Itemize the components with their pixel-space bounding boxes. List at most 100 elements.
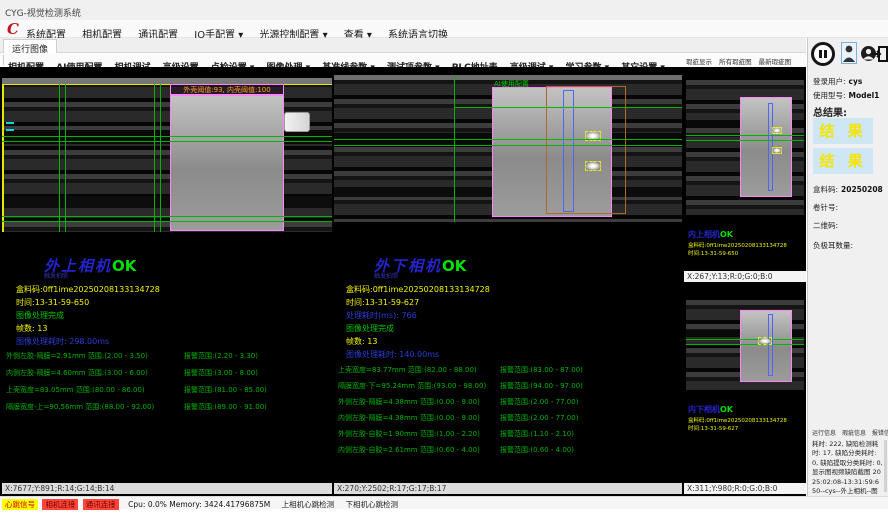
measure-text: 内侧左胶-隔膜=4.60mm 范围:(3.00 - 6.00) <box>6 368 148 378</box>
pixel-coords-left: X:7677;Y:891;R:14;G:14;B:14 <box>2 483 332 494</box>
control-buttons <box>810 41 887 67</box>
tab-all-defects[interactable]: 所有瑕疵图 <box>719 58 752 66</box>
measurement-list: 上壳宽度=83.77mm 范围:(82.00 - 88.00) 报警范围:(83… <box>338 365 678 461</box>
overlay-yellow-edge <box>2 84 4 232</box>
log-scrollbar[interactable] <box>884 440 887 492</box>
camera-result-title: 内下相机OK <box>688 405 733 414</box>
overlay-green-line <box>2 221 332 222</box>
overlay-green-line <box>454 107 682 108</box>
measure-text: 内侧左胶-隔膜=4.38mm 范围:(0.00 - 9.00) <box>338 413 480 423</box>
exit-button[interactable] <box>871 45 888 63</box>
cyan-tick <box>6 122 14 124</box>
measurement-row: 内侧左胶-隔膜=4.60mm 范围:(3.00 - 6.00) 报警范围:(3.… <box>6 368 328 385</box>
lower-camera-heartbeat[interactable]: 下相机心跳检测 <box>346 500 399 509</box>
time-text: 时间:13-31-59-650 <box>688 249 802 257</box>
comm-connect-badge: 通讯连接 <box>83 499 119 510</box>
barcode-text: 盒料码:0ff1ime20250208133134728 <box>346 284 490 295</box>
overlay-green-vline <box>59 84 60 232</box>
camera-connect-badge: 相机连接 <box>42 499 78 510</box>
result-ok-text: OK <box>720 230 733 239</box>
overlay-green-line <box>686 344 804 345</box>
measure-text: 外侧左胶-隔膜=4.38mm 范围:(0.00 - 9.00) <box>338 397 480 407</box>
barcode-text: 盒料码:0ff1ime20250208133134728 <box>688 416 802 424</box>
process-status-text: 图像处理完成 <box>346 323 394 334</box>
cell-region <box>170 95 284 231</box>
result-box-1: 结 果 <box>813 118 873 144</box>
barcode-text: 盒料码:0ff1ime20250208133134728 <box>688 241 802 249</box>
trigger-label: 触发拍照 <box>44 271 68 280</box>
overlay-green-line <box>686 135 804 136</box>
log-tab-error[interactable]: 报错信息 <box>872 430 888 437</box>
alarm-text: 报警范围:(83.00 - 87.00) <box>500 365 583 375</box>
overlay-green-vline <box>454 75 455 222</box>
pixel-coords-right: X:270;Y:2502;R:17;G:17;B:17 <box>334 483 682 494</box>
result-ok-text: OK <box>720 405 733 414</box>
heartbeat-badge: 心跳信号 <box>2 499 38 510</box>
model-value: Model1 <box>849 91 880 100</box>
overlay-green-line <box>2 136 332 137</box>
camera-result-title: 内上相机OK <box>688 230 733 239</box>
log-tab-defect[interactable]: 瑕疵信息 <box>842 430 866 437</box>
small-view-info: 内下相机OK 盒料码:0ff1ime20250208133134728 时间:1… <box>688 397 802 432</box>
pause-button[interactable] <box>811 42 835 66</box>
pixel-coords-small-1: X:267;Y:13;R:0;G:0;B:0 <box>684 271 806 282</box>
frame-count-text: 帧数: 13 <box>16 323 47 334</box>
overlay-green-line <box>2 216 332 217</box>
cell-region <box>740 97 792 197</box>
alarm-text: 报警范围:(1.10 - 2.10) <box>500 429 574 439</box>
side-panel: 登录用户:cys 使用型号:Model1 总结果: 结 果 结 果 盒料码:20… <box>807 38 888 496</box>
overlay-green-line <box>686 339 804 340</box>
cell-region <box>740 310 792 382</box>
measure-text: 上壳宽度=83.05mm 范围:(80.00 - 86.00) <box>6 385 145 395</box>
overlay-green-vline <box>160 84 161 232</box>
roi-orange-box <box>546 86 626 214</box>
camera-view-outer-top[interactable]: 外壳阈值:93, 内壳阈值:100 外上相机OK 触发拍照 盒料码:0ff1im… <box>2 67 332 483</box>
upper-camera-heartbeat[interactable]: 上相机心跳检测 <box>282 500 335 509</box>
alarm-text: 报警范围:(2.20 - 3.30) <box>184 351 258 361</box>
alarm-text: 报警范围:(94.00 - 97.00) <box>500 381 583 391</box>
toolbar-separator <box>3 55 4 65</box>
result-ok-text: OK <box>442 257 466 275</box>
total-result-label: 总结果: <box>813 104 847 119</box>
elapsed-text: 图像处理耗时: 140.00ms <box>346 349 439 360</box>
overlay-green-vline <box>154 84 155 232</box>
log-tab-run[interactable]: 运行信息 <box>812 430 836 437</box>
process-status-text: 图像处理完成 <box>16 310 64 321</box>
operator-button[interactable] <box>841 42 857 64</box>
login-user-field: 登录用户:cys <box>813 76 862 87</box>
measure-text: 隔膜宽度-上=90.56mm 范围:(88.00 - 92.00) <box>6 402 154 412</box>
alarm-text: 报警范围:(0.60 - 4.00) <box>500 445 574 455</box>
qrcode-field: 二维码: <box>813 220 841 231</box>
small-view-info: 内上相机OK 盒料码:0ff1ime20250208133134728 时间:1… <box>688 222 802 257</box>
tab-latest-defects[interactable]: 最新瑕疵图 <box>759 58 792 66</box>
time-text: 时间:13-31-59-627 <box>688 424 802 432</box>
status-bar: 心跳信号 相机连接 通讯连接 Cpu: 0.0% Memory: 3424.41… <box>0 496 888 509</box>
barcode-field: 盒料码:20250208 <box>813 184 883 195</box>
measurement-row: 隔膜宽度-下=95.24mm 范围:(93.00 - 98.00) 报警范围:(… <box>338 381 678 397</box>
measurement-list: 外侧左胶-隔膜=2.91mm 范围:(2.00 - 3.50) 报警范围:(2.… <box>6 351 328 419</box>
barcode-text: 盒料码:0ff1ime20250208133134728 <box>16 284 160 295</box>
app-window: CYG-视觉检测系统 C 系统配置 相机配置 通讯配置 IO手配置 ▾ 光源控制… <box>0 0 888 522</box>
tab-defect-display[interactable]: 瑕疵显示 <box>686 58 712 66</box>
measurement-row: 外侧左胶-自胶=1.90mm 范围:(1.00 - 2.20) 报警范围:(1.… <box>338 429 678 445</box>
tab-highlight <box>585 161 601 171</box>
camera-view-outer-bottom[interactable]: AI使用配置 外下相机OK 触发拍照 盒料码:0ff1ime2025020813… <box>334 67 682 483</box>
pixel-coords-small-2: X:311;Y:980;R:0;G:0;B:0 <box>684 483 806 494</box>
login-user-value: cys <box>849 77 863 86</box>
alarm-text: 报警范围:(3.00 - 8.00) <box>184 368 258 378</box>
elapsed-text: 图像处理耗时: 298.00ms <box>16 336 109 347</box>
result-ok-text: OK <box>112 257 136 275</box>
tab-run-image[interactable]: 运行图像 <box>3 39 57 53</box>
alarm-text: 报警范围:(2.00 - 77.00) <box>500 397 578 407</box>
tab-connector <box>284 112 310 132</box>
cyan-tick <box>6 129 14 131</box>
threshold-label: 外壳阈值:93, 内壳阈值:100 <box>170 84 284 95</box>
barcode-value: 20250208 <box>841 185 883 194</box>
measurement-row: 上壳宽度=83.05mm 范围:(80.00 - 86.00) 报警范围:(81… <box>6 385 328 402</box>
operator-icon <box>842 43 856 63</box>
overlay-green-vline <box>65 84 66 232</box>
overlay-green-line <box>2 141 332 142</box>
overlay-green-line <box>334 139 682 140</box>
window-title: CYG-视觉检测系统 <box>5 9 81 19</box>
measurement-row: 外侧左胶-隔膜=4.38mm 范围:(0.00 - 9.00) 报警范围:(2.… <box>338 397 678 413</box>
